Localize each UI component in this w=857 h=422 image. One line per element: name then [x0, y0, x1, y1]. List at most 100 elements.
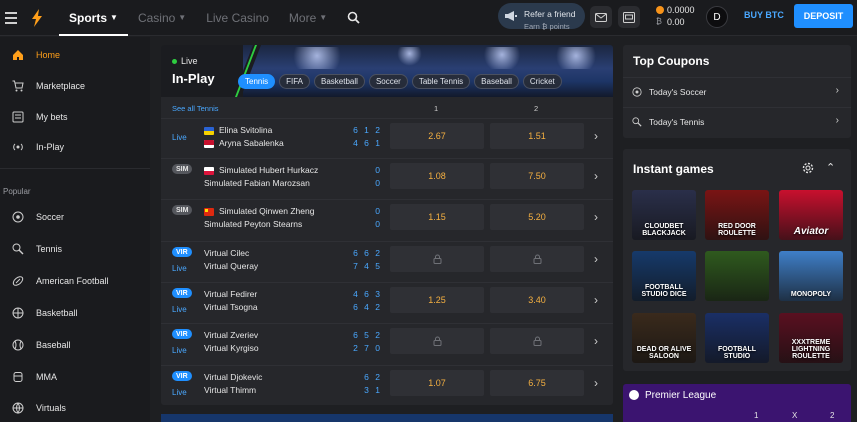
sidebar-item-label: In-Play — [36, 142, 65, 152]
match-row[interactable]: VIR Live Virtual Zveriev Virtual Kyrgiso… — [161, 323, 613, 363]
search-icon[interactable] — [341, 0, 365, 36]
flag-poland-icon — [204, 167, 214, 175]
wallet-button[interactable] — [618, 6, 640, 28]
nav-sports[interactable]: Sports ▼ — [59, 0, 128, 36]
tab-baseball[interactable]: Baseball — [474, 74, 519, 89]
american-football-icon — [0, 275, 36, 287]
wallet-icon — [623, 11, 635, 23]
banner-stripe — [233, 45, 261, 97]
next-section-banner — [161, 414, 613, 422]
coupon-todays-soccer[interactable]: Today's Soccer › — [623, 77, 851, 105]
chevron-right-icon[interactable]: › — [594, 293, 598, 307]
odds-button-2[interactable]: 5.20 — [490, 204, 584, 230]
team-1-score: 0 — [375, 165, 382, 175]
refer-a-friend-button[interactable]: Refer a friend Earn ₿ points — [498, 3, 585, 31]
game-tile[interactable]: DEAD OR ALIVE SALOON — [632, 313, 696, 363]
chevron-right-icon: › — [835, 85, 839, 96]
team-2-score: 6 4 2 — [353, 302, 382, 312]
logo-icon[interactable] — [27, 0, 47, 36]
match-row[interactable]: SIM Simulated Hubert Hurkacz Simulated F… — [161, 158, 613, 198]
tab-basketball[interactable]: Basketball — [314, 74, 365, 89]
buy-btc-link[interactable]: BUY BTC — [744, 10, 784, 20]
game-tile[interactable]: RED DOOR ROULETTE — [705, 190, 769, 240]
chevron-right-icon[interactable]: › — [594, 334, 598, 348]
chevron-right-icon[interactable]: › — [594, 376, 598, 390]
odds-button-1[interactable]: 1.08 — [390, 163, 484, 189]
avatar[interactable]: D — [706, 6, 728, 28]
match-row[interactable]: VIR Live Virtual Djokevic Virtual Thimm … — [161, 365, 613, 405]
balance-display[interactable]: 0.0000 ₿ 0.00 — [656, 4, 695, 28]
receipt-icon — [0, 111, 36, 123]
odds-button-2[interactable]: 6.75 — [490, 370, 584, 396]
menu-icon[interactable] — [5, 0, 27, 36]
game-tile[interactable]: FOOTBALL STUDIO DICE — [632, 251, 696, 301]
instant-games-panel: Instant games ⌃ CLOUDBET BLACKJACK RED D… — [623, 149, 851, 371]
coupon-todays-tennis[interactable]: Today's Tennis › — [623, 107, 851, 135]
sidebar-item-virtuals[interactable]: Virtuals — [0, 398, 150, 418]
match-row[interactable]: Live Elina Svitolina Aryna Sabalenka 6 1… — [161, 118, 613, 158]
sidebar-item-mma[interactable]: MMA — [0, 367, 150, 387]
game-title: Aviator — [793, 226, 829, 237]
game-tile[interactable]: FOOTBALL STUDIO — [705, 313, 769, 363]
sidebar-item-soccer[interactable]: Soccer — [0, 207, 150, 227]
nav-casino[interactable]: Casino ▼ — [128, 0, 196, 36]
game-tile[interactable]: MONOPOLY — [779, 251, 843, 301]
sidebar-item-baseball[interactable]: Baseball — [0, 335, 150, 355]
coupon-label: Today's Soccer — [649, 86, 707, 97]
see-all-link[interactable]: See all Tennis — [172, 104, 219, 113]
chevron-up-icon[interactable]: ⌃ — [826, 161, 835, 174]
game-tile[interactable]: Aviator — [779, 190, 843, 240]
odds-button-2[interactable]: 7.50 — [490, 163, 584, 189]
lock-icon — [433, 254, 441, 264]
sidebar-item-label: American Football — [36, 276, 109, 286]
tab-fifa[interactable]: FIFA — [279, 74, 311, 89]
sidebar-item-home[interactable]: Home — [0, 45, 150, 65]
vir-badge: VIR — [172, 247, 192, 257]
sidebar-item-my-bets[interactable]: My bets — [0, 107, 150, 127]
match-status: Live — [172, 133, 187, 142]
sidebar-item-american-football[interactable]: American Football — [0, 271, 150, 291]
chevron-right-icon[interactable]: › — [594, 129, 598, 143]
match-status: Live — [172, 305, 187, 314]
team-1-score: 6 2 — [364, 372, 382, 382]
match-row[interactable]: SIM Simulated Qinwen Zheng Simulated Pey… — [161, 199, 613, 239]
chevron-right-icon[interactable]: › — [594, 210, 598, 224]
chevron-right-icon[interactable]: › — [594, 169, 598, 183]
team-2-name: Virtual Tsogna — [204, 302, 258, 312]
game-tile[interactable]: CLOUDBET BLACKJACK — [632, 190, 696, 240]
sidebar-item-tennis[interactable]: Tennis — [0, 239, 150, 259]
match-row[interactable]: VIR Live Virtual Cilec Virtual Queray 6 … — [161, 241, 613, 281]
odds-button-1[interactable]: 2.67 — [390, 123, 484, 149]
baseball-icon — [0, 339, 36, 351]
match-row[interactable]: VIR Live Virtual Fedirer Virtual Tsogna … — [161, 282, 613, 322]
sidebar-item-in-play[interactable]: In-Play — [0, 137, 150, 157]
odds-button-2[interactable]: 3.40 — [490, 287, 584, 313]
top-coupons-panel: Top Coupons Today's Soccer › Today's Ten… — [623, 45, 851, 138]
sidebar-item-marketplace[interactable]: Marketplace — [0, 76, 150, 96]
column-header-x: X — [792, 411, 798, 420]
deposit-button[interactable]: DEPOSIT — [794, 4, 853, 28]
game-tile[interactable]: XXXTREME LIGHTNING ROULETTE — [779, 313, 843, 363]
odds-button-1[interactable]: 1.07 — [390, 370, 484, 396]
sidebar-item-basketball[interactable]: Basketball — [0, 303, 150, 323]
odds-button-1[interactable]: 1.15 — [390, 204, 484, 230]
page-title: In-Play — [172, 71, 215, 86]
mail-button[interactable] — [590, 6, 612, 28]
tab-tennis[interactable]: Tennis — [238, 74, 276, 89]
chevron-right-icon[interactable]: › — [594, 252, 598, 266]
lock-icon — [533, 254, 541, 264]
gear-icon[interactable] — [801, 161, 815, 178]
tab-table-tennis[interactable]: Table Tennis — [411, 74, 471, 89]
odds-button-2[interactable]: 1.51 — [490, 123, 584, 149]
tab-cricket[interactable]: Cricket — [522, 74, 562, 89]
sim-badge: SIM — [172, 205, 193, 215]
vir-badge: VIR — [172, 329, 192, 339]
nav-live-casino[interactable]: Live Casino — [196, 0, 279, 36]
nav-more[interactable]: More ▼ — [279, 0, 337, 36]
odds-button-1[interactable]: 1.25 — [390, 287, 484, 313]
sidebar-item-label: Basketball — [36, 308, 78, 318]
premier-league-panel[interactable]: Premier League 1 X 2 — [623, 384, 851, 422]
game-tile[interactable] — [705, 251, 769, 301]
nav-live-casino-label: Live Casino — [206, 10, 269, 25]
tab-soccer[interactable]: Soccer — [368, 74, 408, 89]
